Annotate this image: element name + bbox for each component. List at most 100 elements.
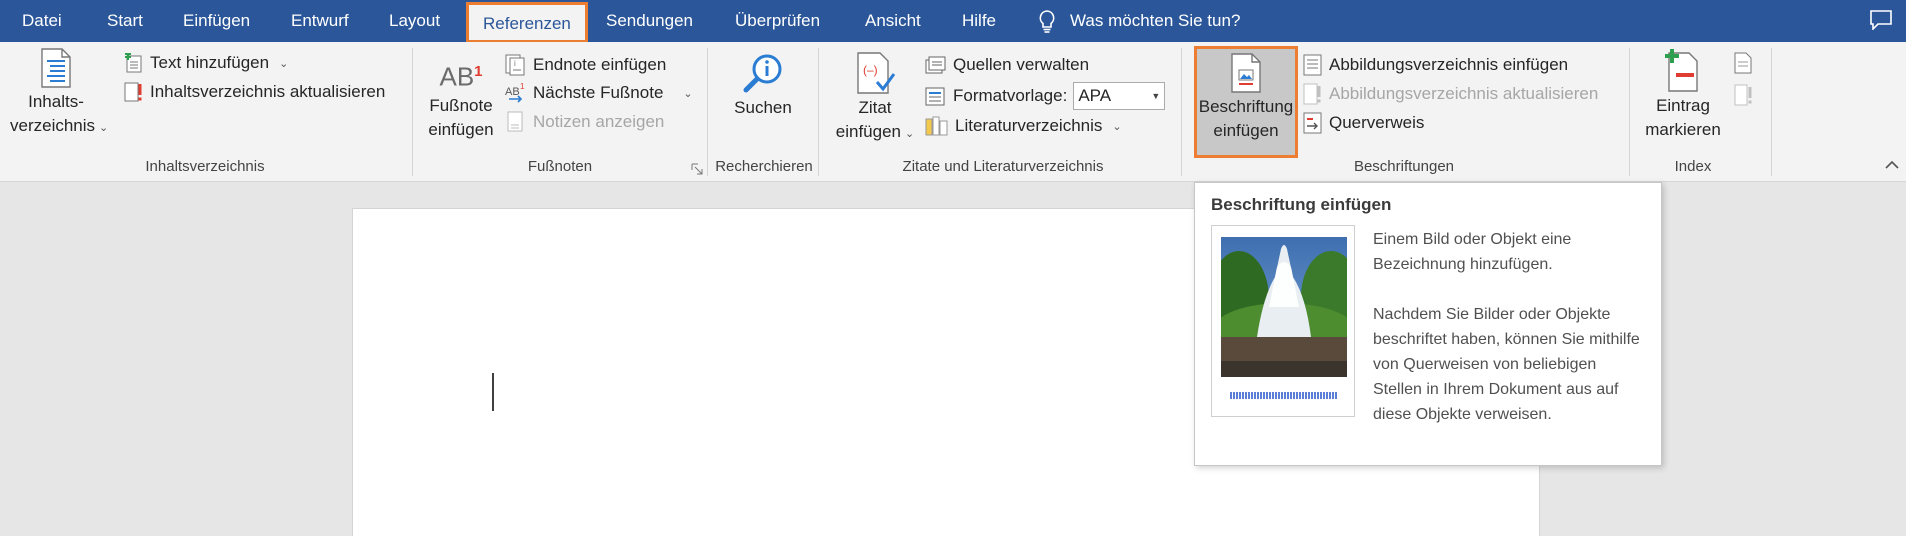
tab-layout[interactable]: Layout — [389, 0, 440, 42]
next-footnote-icon: AB 1 — [505, 82, 525, 103]
tooltip-preview — [1211, 225, 1355, 417]
svg-text:(–): (–) — [863, 63, 878, 77]
insert-citation-button[interactable]: (–) Zitat einfügen ⌄ — [828, 52, 922, 146]
insert-footnote-button[interactable]: AB1 Fußnote einfügen — [420, 52, 502, 142]
insert-table-of-figures-button[interactable]: Abbildungsverzeichnis einfügen — [1303, 52, 1568, 78]
insert-index-icon[interactable] — [1734, 52, 1752, 74]
show-notes-label: Notizen anzeigen — [533, 112, 665, 131]
citation-label-1: Zitat — [858, 98, 892, 117]
group-label-captions: Beschriftungen — [1353, 158, 1455, 175]
insert-table-of-figures-label: Abbildungsverzeichnis einfügen — [1329, 55, 1569, 74]
tab-einfuegen[interactable]: Einfügen — [183, 0, 250, 42]
tab-referenzen[interactable]: Referenzen — [466, 2, 588, 43]
insert-caption-tooltip: Beschriftung einfügen Einem Bild oder Ob… — [1194, 182, 1662, 466]
footnotes-dialog-launcher-icon[interactable] — [691, 163, 703, 175]
manage-sources-icon — [925, 56, 946, 74]
tooltip-paragraph-1: Einem Bild oder Objekt eine Bezeichnung … — [1373, 231, 1572, 273]
table-of-contents-icon — [41, 48, 71, 88]
insert-endnote-label: Endnote einfügen — [533, 55, 667, 74]
dropdown-arrow-icon: ▼ — [1151, 91, 1161, 101]
style-icon — [925, 87, 945, 106]
mark-entry-button[interactable]: Eintrag markieren — [1636, 48, 1730, 142]
add-text-icon — [125, 53, 142, 73]
comments-icon[interactable] — [1870, 10, 1892, 30]
tooltip-paragraph-2: Nachdem Sie Bilder oder Objekte beschrif… — [1373, 306, 1640, 423]
group-label-citations: Zitate und Literaturverzeichnis — [902, 158, 1104, 175]
group-divider — [412, 48, 413, 176]
group-divider — [707, 48, 708, 176]
update-index-icon[interactable] — [1734, 84, 1754, 106]
svg-text:1: 1 — [520, 82, 525, 91]
cross-reference-button[interactable]: Querverweis — [1303, 110, 1424, 136]
cross-reference-label: Querverweis — [1329, 113, 1425, 132]
group-label-index: Index — [1674, 158, 1712, 175]
footnote-icon: AB1 — [439, 61, 483, 92]
bibliography-label: Literaturverzeichnis — [955, 116, 1103, 135]
insert-caption-label-1: Beschriftung — [1198, 97, 1294, 116]
toc-label-2: verzeichnis — [10, 116, 96, 135]
search-button[interactable]: Suchen — [722, 52, 804, 120]
show-notes-icon — [507, 111, 523, 132]
tooltip-title: Beschriftung einfügen — [1211, 195, 1392, 214]
table-of-figures-icon — [1303, 54, 1322, 76]
tab-datei[interactable]: Datei — [22, 0, 62, 42]
style-label: Formatvorlage: — [953, 86, 1068, 105]
svg-text:AB: AB — [505, 86, 520, 98]
tab-hilfe[interactable]: Hilfe — [962, 0, 996, 42]
caption-line-preview — [1230, 392, 1338, 399]
manage-sources-button[interactable]: Quellen verwalten — [925, 52, 1089, 78]
insert-caption-icon — [1231, 53, 1261, 93]
group-label-footnotes: Fußnoten — [527, 158, 593, 175]
tell-me-box[interactable]: Was möchten Sie tun? — [1038, 0, 1240, 42]
citation-icon: (–) — [857, 52, 895, 94]
cross-reference-icon — [1303, 112, 1322, 134]
update-table-of-figures-label: Abbildungsverzeichnis aktualisieren — [1329, 84, 1599, 103]
mark-entry-label-2: markieren — [1645, 120, 1721, 139]
group-label-research: Recherchieren — [715, 158, 813, 175]
group-divider — [818, 48, 819, 176]
group-divider — [1181, 48, 1182, 176]
mark-entry-icon — [1665, 49, 1698, 92]
tell-me-placeholder: Was möchten Sie tun? — [1070, 11, 1241, 30]
next-footnote-label: Nächste Fußnote — [533, 83, 664, 102]
footnote-label-2: einfügen — [428, 120, 494, 139]
bibliography-icon — [925, 116, 948, 136]
style-dropdown[interactable]: APA ▼ — [1073, 82, 1166, 110]
toc-button[interactable]: Inhalts- verzeichnis ⌄ — [10, 48, 108, 140]
svg-text:i: i — [514, 59, 516, 68]
manage-sources-label: Quellen verwalten — [953, 55, 1090, 74]
group-divider — [1629, 48, 1630, 176]
tab-entwurf[interactable]: Entwurf — [291, 0, 349, 42]
style-selector: Formatvorlage: APA ▼ — [925, 81, 1166, 111]
tooltip-description: Einem Bild oder Objekt eine Bezeichnung … — [1373, 227, 1645, 427]
tab-ueberpruefen[interactable]: Überprüfen — [735, 0, 820, 42]
toc-label-1: Inhalts- — [28, 92, 84, 111]
insert-endnote-button[interactable]: i Endnote einfügen — [505, 52, 666, 78]
fountain-image — [1221, 237, 1347, 377]
group-label-toc: Inhaltsverzeichnis — [145, 158, 265, 175]
show-notes-button[interactable]: Notizen anzeigen — [505, 109, 664, 135]
ribbon: Inhalts- verzeichnis ⌄ Text hinzufügen ⌄ I… — [0, 42, 1906, 182]
update-table-of-figures-button[interactable]: Abbildungsverzeichnis aktualisieren — [1303, 81, 1598, 107]
add-text-button[interactable]: Text hinzufügen ⌄ — [124, 50, 288, 76]
tab-sendungen[interactable]: Sendungen — [606, 0, 693, 42]
collapse-ribbon-icon[interactable] — [1884, 158, 1900, 172]
tab-start[interactable]: Start — [107, 0, 143, 42]
insert-caption-label-2: einfügen — [1213, 121, 1279, 140]
add-text-label: Text hinzufügen — [150, 53, 270, 72]
next-footnote-button[interactable]: AB 1 Nächste Fußnote ⌄ — [505, 80, 693, 106]
text-cursor — [492, 373, 494, 411]
update-table-icon — [124, 82, 142, 102]
update-toc-button[interactable]: Inhaltsverzeichnis aktualisieren — [124, 79, 385, 105]
search-icon — [743, 54, 782, 93]
group-divider — [1771, 48, 1772, 176]
insert-caption-button[interactable]: Beschriftung einfügen — [1194, 46, 1298, 158]
tab-ansicht[interactable]: Ansicht — [865, 0, 921, 42]
search-label: Suchen — [734, 98, 792, 117]
mark-entry-label-1: Eintrag — [1656, 96, 1710, 115]
bibliography-button[interactable]: Literaturverzeichnis ⌄ — [925, 113, 1122, 139]
update-table-of-figures-icon — [1303, 83, 1321, 105]
lightbulb-icon — [1039, 10, 1055, 33]
footnote-label-1: Fußnote — [429, 96, 493, 115]
endnote-icon: i — [505, 54, 525, 76]
